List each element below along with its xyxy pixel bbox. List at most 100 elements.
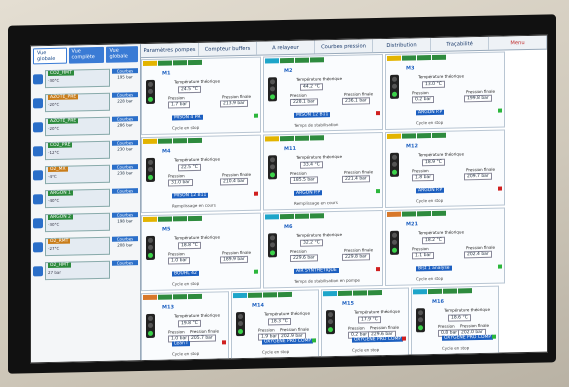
unit-label[interactable]: Lean I <box>172 341 190 347</box>
pump-unit[interactable]: M12 Température théorique 18.9 °C Pression P… <box>385 129 505 208</box>
pump-unit[interactable]: M14 Température théorique 18.3 °C Pression P… <box>231 289 319 360</box>
tab-distribution[interactable]: Distribution <box>373 38 431 53</box>
courbes-button[interactable]: Courbes <box>112 140 138 146</box>
tank-temp: -20°C <box>48 101 60 108</box>
pressure-label: Pression <box>290 170 307 176</box>
tank-pressure: 198 bar <box>117 218 133 224</box>
cycle-status: Cycle en stop <box>442 345 470 351</box>
pump-unit[interactable]: M5 Température théorique 18.8 °C Pression Pr… <box>141 212 261 292</box>
lamp <box>418 317 423 323</box>
cycle-status: Temps de stabilisation <box>294 121 339 128</box>
tab-vue-globale-2[interactable]: Vue globale <box>106 46 138 63</box>
gas-chip <box>143 216 157 223</box>
status-indicator <box>498 186 502 191</box>
lamp <box>148 238 153 244</box>
unit-label[interactable]: ARGON P.P <box>294 190 323 196</box>
unit-label[interactable]: MISON 12 B11 <box>172 192 209 199</box>
courbes-button[interactable]: Courbes <box>112 68 138 74</box>
lamp <box>238 321 243 327</box>
courbes-button[interactable]: Courbes <box>112 188 138 194</box>
gas-strip <box>142 214 260 224</box>
tank-controls: Courbes 208 bar <box>112 236 138 255</box>
gas-chip <box>402 55 416 61</box>
tab-parametres-pompes[interactable]: Paramètres pompes <box>141 42 199 58</box>
tank-pressure: 286 bar <box>117 122 133 128</box>
tab-compteur-buffers[interactable]: Compteur buffers <box>199 41 257 56</box>
gas-chip <box>295 213 309 219</box>
tank-info: CO2_PRE -12°C <box>45 140 110 161</box>
tank-row: CO2_PRE -12°C Courbes 230 bar <box>33 138 138 162</box>
pump-unit[interactable]: M1 Température théorique 24.5 °C Pression Pr… <box>141 56 261 136</box>
courbes-button[interactable]: Courbes <box>112 92 138 98</box>
unit-label[interactable]: BOUHL 42 <box>172 270 199 277</box>
pressure-label: Pression <box>168 329 185 335</box>
courbes-button[interactable]: Courbes <box>112 212 138 218</box>
lamp <box>328 312 333 318</box>
unit-label[interactable]: OXYGENE PRO COMP <box>262 338 314 345</box>
pressure-label: Pression <box>168 251 185 257</box>
tab-menu[interactable]: Menu <box>489 35 547 50</box>
tank-row: O2_MX -4°C Courbes 238 bar <box>33 162 138 186</box>
pressure-label: Pression <box>412 246 429 252</box>
pump-unit[interactable]: M2 Température théorique 44.2 °C Pression Pr… <box>263 54 383 133</box>
pump-unit[interactable]: M13 Température théorique 19.8 °C Pression P… <box>141 291 229 362</box>
tank-name: O2_MX <box>48 166 68 173</box>
tank-icon <box>33 122 43 133</box>
tank-temp: -30°C <box>48 221 60 228</box>
final-pressure-value: 189.9 bar <box>220 255 248 264</box>
temp-label: Température théorique <box>296 231 342 238</box>
gas-chip <box>402 133 416 139</box>
tank-info: O2_MX -4°C <box>45 164 110 185</box>
gas-chip <box>265 58 279 64</box>
gas-chip <box>158 138 172 144</box>
lamp <box>392 162 397 168</box>
gas-chip <box>387 55 401 61</box>
tab-tracabilite[interactable]: Traçabilité <box>431 36 489 52</box>
courbes-button[interactable]: Courbes <box>112 116 138 122</box>
tank-row: O2_HMT 27 bar Courbes <box>33 258 138 282</box>
temp-label: Température théorique <box>444 306 490 313</box>
pump-unit[interactable]: M15 Température théorique 17.9 °C Pression P… <box>321 287 409 358</box>
tab-courbes-pression[interactable]: Courbes pression <box>315 39 373 54</box>
courbes-button[interactable]: Courbes <box>112 236 138 242</box>
unit-label[interactable]: OXYGENE PRO COMP <box>442 334 494 341</box>
unit-label[interactable]: OXYGENE PRO COMP <box>352 336 404 343</box>
tank-name: AZOTE_PRE <box>48 118 79 125</box>
pump-unit[interactable]: M3 Température théorique 13.0 °C Pression Pr… <box>385 51 505 130</box>
traffic-light-icon <box>326 310 335 335</box>
lamp <box>148 82 153 88</box>
unit-label[interactable]: ARGON P.P <box>416 109 445 116</box>
tab-a-relayeur[interactable]: A relayeur <box>257 40 315 55</box>
pump-unit[interactable]: M4 Température théorique 22.5 °C Pression Pr… <box>141 134 261 214</box>
pump-unit[interactable]: M6 Température théorique 32.2 °C Pression Pr… <box>263 210 383 289</box>
unit-label[interactable]: AIR SYNTHETIQUE <box>294 267 339 274</box>
final-pressure-value: 221.4 bar <box>342 175 370 183</box>
courbes-button[interactable]: Courbes <box>112 164 138 170</box>
pump-unit[interactable]: M21 Température théorique 18.2 °C Pression P… <box>385 207 505 286</box>
unit-label[interactable]: MISON 4 PR <box>172 114 203 121</box>
unit-label[interactable]: Bist 1 analyse <box>416 265 452 272</box>
lamp <box>418 310 423 316</box>
gas-chip <box>143 138 157 145</box>
pump-unit[interactable]: M16 Température théorique 18.6 °C Pression P… <box>411 285 499 356</box>
pump-unit[interactable]: M11 Température théorique 33.4 °C Pression P… <box>263 132 383 211</box>
tank-info: AZOTE_PRE -20°C <box>45 116 110 137</box>
gas-strip <box>386 130 504 140</box>
tank-controls: Courbes 230 bar <box>112 140 138 159</box>
gas-strip <box>264 133 382 143</box>
lamp <box>148 316 153 322</box>
lamp <box>238 314 243 320</box>
unit-label[interactable]: MISON 12 B11 <box>294 112 331 118</box>
temp-value: 19.8 °C <box>178 319 201 328</box>
unit-id: M21 <box>406 221 418 228</box>
courbes-button[interactable]: Courbes <box>112 260 138 266</box>
unit-label[interactable]: ARGON P.P <box>416 187 445 194</box>
tank-icon <box>33 146 43 157</box>
final-pressure-label: Pression finale <box>190 328 219 335</box>
cycle-status: Cycle en stop <box>416 119 444 126</box>
status-indicator <box>376 189 380 194</box>
gas-strip <box>264 211 382 221</box>
tab-vue-globale[interactable]: Vue globale <box>33 47 67 65</box>
pressure-value: 1.0 bar <box>168 257 191 265</box>
tab-vue-complete[interactable]: Vue complète <box>68 46 105 64</box>
